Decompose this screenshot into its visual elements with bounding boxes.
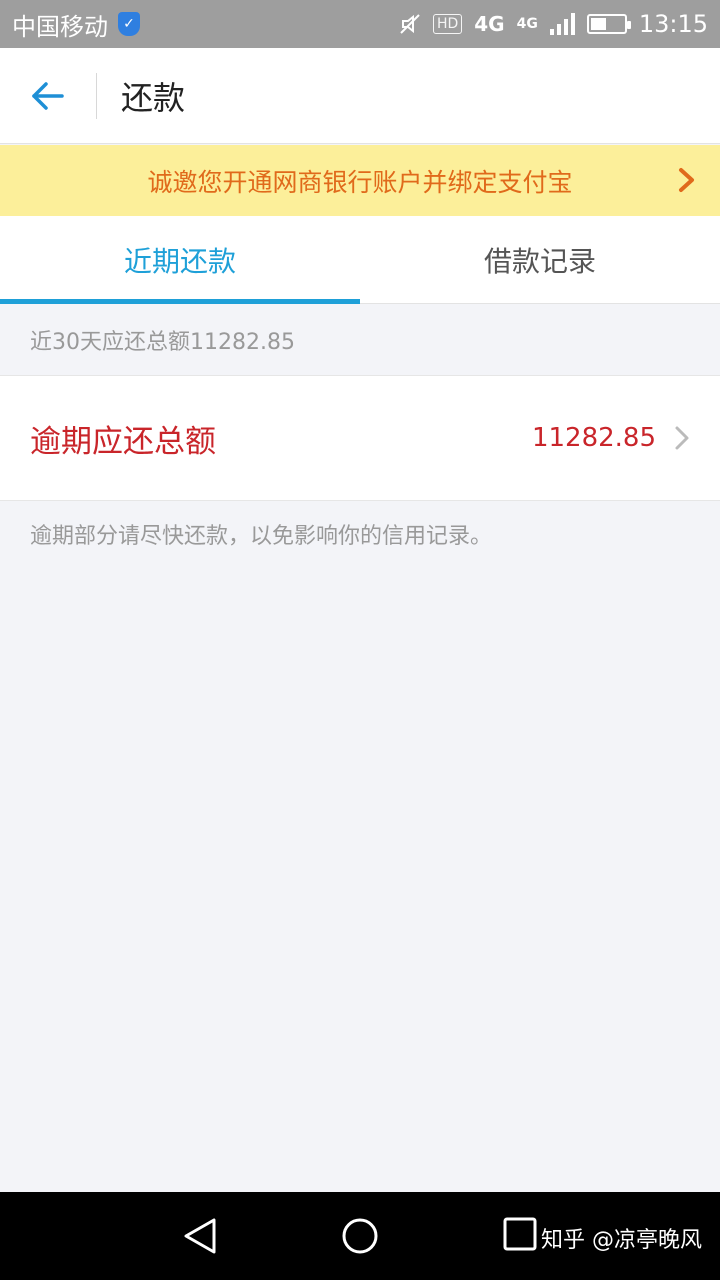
status-right: HD 4G 4G 13:15 xyxy=(399,10,708,38)
status-left: 中国移动 ✓ xyxy=(12,7,140,42)
overdue-row[interactable]: 逾期应还总额 11282.85 xyxy=(0,375,720,501)
overdue-amount: 11282.85 xyxy=(531,423,656,453)
status-bar: 中国移动 ✓ HD 4G 4G 13:15 xyxy=(0,0,720,48)
promo-banner[interactable]: 诚邀您开通网商银行账户并绑定支付宝 xyxy=(0,145,720,216)
shield-icon: ✓ xyxy=(118,12,140,36)
network-type: 4G xyxy=(474,12,505,36)
promo-banner-text: 诚邀您开通网商银行账户并绑定支付宝 xyxy=(147,167,573,197)
nav-home-icon[interactable] xyxy=(338,1214,382,1258)
page-title: 还款 xyxy=(121,78,186,117)
chevron-right-icon xyxy=(675,426,689,450)
overdue-note: 逾期部分请尽快还款，以免影响你的信用记录。 xyxy=(30,524,493,549)
clock: 13:15 xyxy=(638,10,708,38)
overdue-label: 逾期应还总额 xyxy=(30,423,216,460)
tab-bar: 近期还款 借款记录 xyxy=(0,216,720,304)
chevron-right-icon xyxy=(679,168,694,192)
signal-icon xyxy=(549,13,575,35)
header-divider xyxy=(96,72,97,119)
network-type-small: 4G xyxy=(516,16,538,32)
battery-fill xyxy=(590,18,606,30)
header: 还款 xyxy=(0,48,720,144)
mute-icon xyxy=(399,13,421,35)
carrier-name: 中国移动 xyxy=(12,12,108,41)
tab-loan-records[interactable]: 借款记录 xyxy=(360,216,720,303)
battery-icon xyxy=(586,14,631,34)
tab-recent-repayment[interactable]: 近期还款 xyxy=(0,216,360,304)
nav-recent-apps-icon[interactable] xyxy=(500,1214,544,1258)
watermark: 知乎 @凉亭晚风 xyxy=(541,1228,702,1253)
hd-badge: HD xyxy=(432,14,463,34)
summary-text: 近30天应还总额11282.85 xyxy=(30,330,295,355)
screen: 中国移动 ✓ HD 4G 4G 13:15 还款 诚邀您开通网商银行账户并绑定支… xyxy=(0,0,720,1280)
nav-back-icon[interactable] xyxy=(180,1214,224,1258)
back-button[interactable] xyxy=(0,48,96,144)
navigation-bar: 知乎 @凉亭晚风 xyxy=(0,1192,720,1280)
back-arrow-icon xyxy=(32,81,64,110)
